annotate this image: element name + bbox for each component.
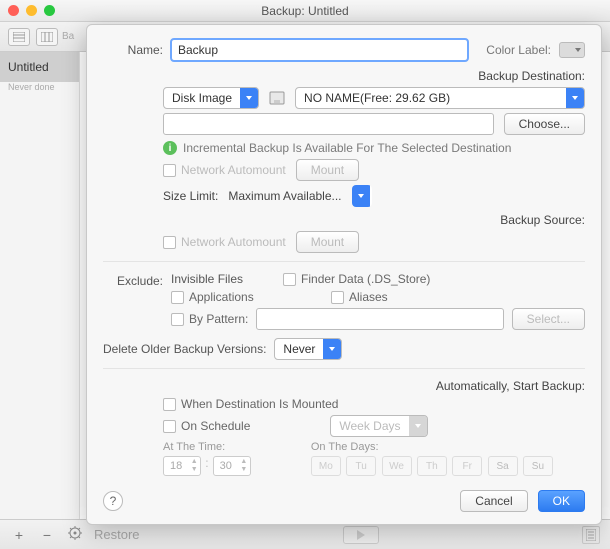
restore-button[interactable]: Restore <box>94 527 140 542</box>
disk-icon <box>269 90 285 106</box>
day-su: Su <box>523 456 553 476</box>
sidebar-item-untitled[interactable]: Untitled <box>0 52 79 82</box>
days-row: Mo Tu We Th Fr Sa Su <box>311 456 555 476</box>
src-net-automount-check: Network Automount <box>163 235 286 249</box>
exclude-applications-check[interactable]: Applications <box>171 290 291 304</box>
incremental-info: i Incremental Backup Is Available For Th… <box>163 141 585 155</box>
exclude-label: Exclude: <box>103 272 163 288</box>
exclude-invisible-label: Invisible Files <box>171 272 243 286</box>
view-list-icon[interactable] <box>8 28 30 46</box>
remove-button[interactable]: − <box>38 527 56 543</box>
day-th: Th <box>417 456 447 476</box>
chevron-down-icon <box>323 339 341 359</box>
dest-type-value: Disk Image <box>164 91 240 105</box>
dest-section-label: Backup Destination: <box>103 69 585 83</box>
titlebar: Backup: Untitled <box>0 0 610 22</box>
color-swatch[interactable] <box>559 42 585 58</box>
help-button[interactable]: ? <box>103 491 123 511</box>
delete-older-label: Delete Older Backup Versions: <box>103 342 266 356</box>
dest-mount-button: Mount <box>296 159 359 181</box>
on-schedule-check[interactable]: On Schedule <box>163 419 250 433</box>
cancel-button[interactable]: Cancel <box>460 490 527 512</box>
add-button[interactable]: + <box>10 527 28 543</box>
incremental-text: Incremental Backup Is Available For The … <box>183 141 511 155</box>
sidebar-item-status: Never done <box>0 82 79 92</box>
minute-stepper: 30▲▼ <box>213 456 251 476</box>
dest-volume-value: NO NAME(Free: 29.62 GB) <box>296 91 566 105</box>
size-limit-select[interactable] <box>352 185 372 207</box>
dest-path-input[interactable] <box>163 113 494 135</box>
ok-button[interactable]: OK <box>538 490 585 512</box>
settings-sheet: Name: Color Label: Backup Destination: D… <box>86 24 602 525</box>
chevron-down-icon <box>240 88 258 108</box>
day-we: We <box>382 456 412 476</box>
name-label: Name: <box>103 43 163 57</box>
exclude-bypattern-check[interactable]: By Pattern: <box>171 312 248 326</box>
chevron-down-icon <box>352 185 370 207</box>
dest-type-select[interactable]: Disk Image <box>163 87 259 109</box>
exclude-aliases-check[interactable]: Aliases <box>331 290 388 304</box>
log-icon[interactable] <box>582 526 600 544</box>
size-limit-value: Maximum Available... <box>228 189 341 203</box>
day-tu: Tu <box>346 456 376 476</box>
dest-volume-select[interactable]: NO NAME(Free: 29.62 GB) <box>295 87 585 109</box>
choose-button[interactable]: Choose... <box>504 113 585 135</box>
view-column-icon[interactable] <box>36 28 58 46</box>
src-mount-button: Mount <box>296 231 359 253</box>
size-limit-label: Size Limit: <box>163 189 218 203</box>
hour-stepper: 18▲▼ <box>163 456 201 476</box>
pattern-select-button: Select... <box>512 308 585 330</box>
exclude-finder-check[interactable]: Finder Data (.DS_Store) <box>283 272 430 286</box>
chevron-down-icon <box>409 416 427 436</box>
pattern-input[interactable] <box>256 308 503 330</box>
gear-icon[interactable] <box>66 526 84 543</box>
sidebar: Untitled Never done <box>0 52 80 519</box>
source-section-label: Backup Source: <box>103 213 585 227</box>
day-sa: Sa <box>488 456 518 476</box>
auto-section-label: Automatically, Start Backup: <box>103 379 585 393</box>
at-time-label: At The Time: <box>163 441 251 453</box>
delete-older-select[interactable]: Never <box>274 338 342 360</box>
chevron-down-icon <box>566 88 584 108</box>
info-icon: i <box>163 141 177 155</box>
when-mounted-check[interactable]: When Destination Is Mounted <box>163 397 338 411</box>
color-label: Color Label: <box>486 43 551 57</box>
day-fr: Fr <box>452 456 482 476</box>
run-button[interactable] <box>343 526 379 544</box>
dest-net-automount-check: Network Automount <box>163 163 286 177</box>
on-days-label: On The Days: <box>311 441 555 453</box>
name-input[interactable] <box>171 39 468 61</box>
play-area <box>150 526 572 544</box>
schedule-select: Week Days <box>330 415 427 437</box>
day-mo: Mo <box>311 456 341 476</box>
window-title: Backup: Untitled <box>0 4 610 18</box>
toolbar-back-label: Ba <box>62 31 74 42</box>
